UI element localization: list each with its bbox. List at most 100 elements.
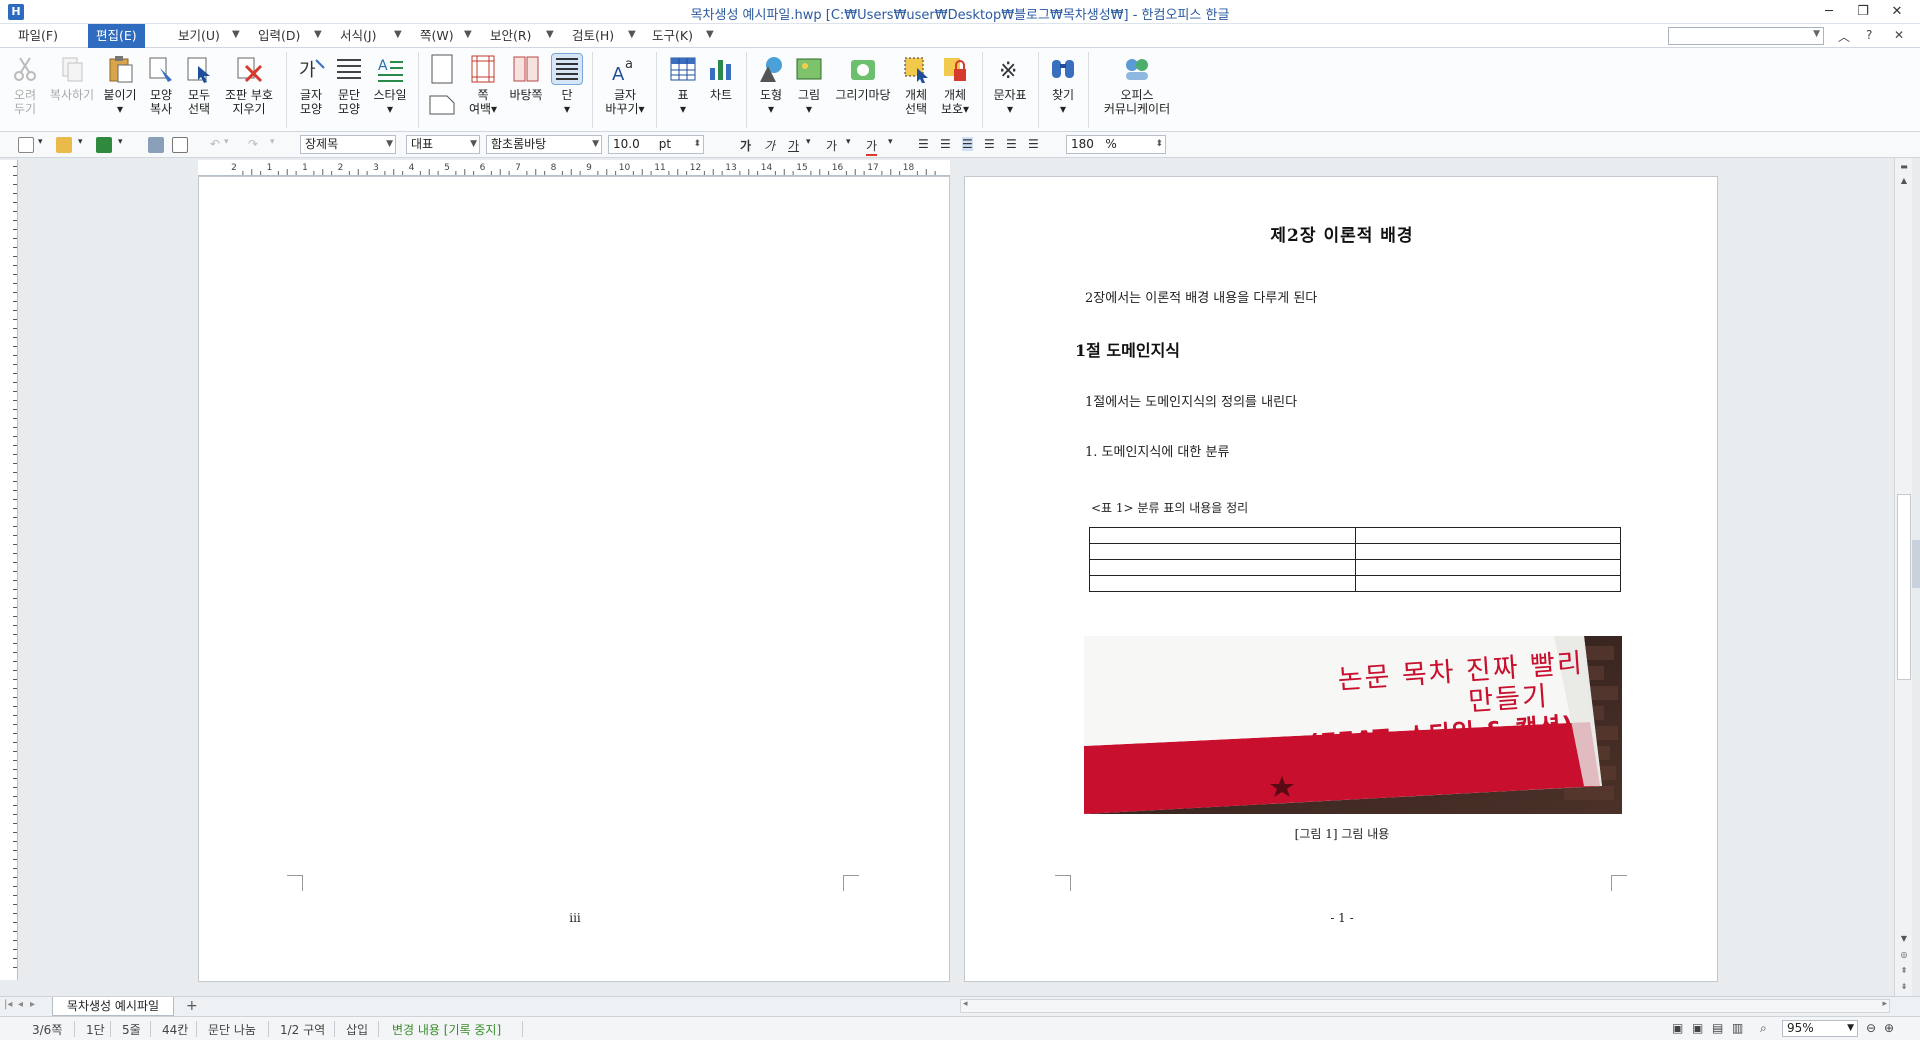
next-page-icon[interactable]: ⇟ xyxy=(1897,980,1911,994)
restore-icon[interactable]: ❐ xyxy=(1846,2,1880,22)
page-layout-button[interactable] xyxy=(424,54,460,122)
clipart-button[interactable]: 그리기마당 xyxy=(830,54,896,102)
select-all-button[interactable]: 모두 선택 xyxy=(182,54,216,116)
chevron-down-icon[interactable]: ▼ xyxy=(1813,29,1820,39)
tab-next-icon[interactable]: ▸ xyxy=(30,999,35,1010)
bold-icon[interactable]: 가 xyxy=(740,137,751,154)
collapse-ribbon-icon[interactable]: ︿ xyxy=(1838,28,1850,45)
zoom-select[interactable]: 95% ▼ xyxy=(1782,1020,1858,1037)
chart-button[interactable]: 차트 xyxy=(704,54,738,102)
find-button[interactable]: 찾기 ▾ xyxy=(1046,54,1080,116)
font-color-icon[interactable]: 가 xyxy=(866,137,878,156)
table-cell[interactable] xyxy=(1354,575,1621,592)
italic-icon[interactable]: 가 xyxy=(764,137,775,154)
status-track-changes[interactable]: 변경 내용 [기록 중지] xyxy=(392,1021,501,1038)
master-page-button[interactable]: 바탕쪽 xyxy=(506,54,546,102)
char-shape-button[interactable]: 가 글자 모양 xyxy=(294,54,328,116)
print-icon[interactable] xyxy=(148,137,164,153)
menu-page[interactable]: 쪽(W) xyxy=(416,27,458,45)
office-communicator-button[interactable]: 오피스 커뮤니케이터 xyxy=(1096,54,1178,116)
close-doc-icon[interactable]: ✕ xyxy=(1894,28,1904,42)
page-margin-button[interactable]: 쪽 여백▾ xyxy=(466,54,500,116)
chevron-down-icon[interactable]: ▼ xyxy=(628,29,636,40)
chevron-down-icon[interactable]: ▾ xyxy=(118,137,123,147)
redo-icon[interactable]: ↷ xyxy=(248,137,258,151)
tab-first-icon[interactable]: |◂ xyxy=(4,999,12,1010)
paste-button[interactable]: 붙이기 ▾ xyxy=(102,54,138,116)
columns-button[interactable]: 단 ▾ xyxy=(550,53,584,116)
status-page[interactable]: 3/6쪽 xyxy=(32,1021,62,1038)
chevron-down-icon[interactable]: ▾ xyxy=(846,137,851,147)
shape-button[interactable]: 도형 ▾ xyxy=(754,54,788,116)
format-copy-button[interactable]: 모양 복사 xyxy=(144,54,178,116)
view-web-icon[interactable]: ▤ xyxy=(1712,1021,1723,1035)
table-cell[interactable] xyxy=(1089,527,1356,544)
scroll-right-icon[interactable]: ▸ xyxy=(1882,999,1887,1009)
open-folder-icon[interactable] xyxy=(56,137,72,153)
change-char-button[interactable]: Aa 글자 바꾸기▾ xyxy=(602,54,648,116)
zoom-in-icon[interactable]: ⊕ xyxy=(1884,1021,1894,1035)
align-left-icon[interactable]: ☰ xyxy=(940,137,951,151)
menu-edit[interactable]: 편집(E) xyxy=(88,24,145,48)
chevron-down-icon[interactable]: ▾ xyxy=(806,137,811,147)
copy-button[interactable]: 복사하기 xyxy=(46,54,98,102)
table-cell[interactable] xyxy=(1089,543,1356,560)
cut-button[interactable]: 오려 두기 xyxy=(8,54,42,116)
chevron-down-icon[interactable]: ▼ xyxy=(1847,1021,1854,1036)
right-page[interactable]: 제2장 이론적 배경 2장에서는 이론적 배경 내용을 다루게 된다 1절 도메… xyxy=(964,176,1718,982)
font-size-input[interactable]: 10.0 pt ⬍ xyxy=(608,135,704,154)
table-cell[interactable] xyxy=(1089,575,1356,592)
chevron-down-icon[interactable]: ▼ xyxy=(232,29,240,40)
align-center-icon[interactable]: ☰ xyxy=(962,137,973,151)
symbol-button[interactable]: ※ 문자표 ▾ xyxy=(990,54,1030,116)
horizontal-ruler[interactable]: 2 1 1 2 3 4 5 6 7 8 9 10 11 12 13 14 15 16 17 18 xyxy=(198,160,950,176)
object-select-button[interactable]: 개체 선택 xyxy=(898,54,934,116)
chevron-down-icon[interactable]: ▾ xyxy=(224,137,229,147)
menu-insert[interactable]: 입력(D) xyxy=(254,27,304,45)
scroll-up-icon[interactable]: ▲ xyxy=(1897,174,1911,188)
table-button[interactable]: 표 ▾ xyxy=(666,54,700,116)
line-spacing-input[interactable]: 180 % ⬍ xyxy=(1066,135,1166,154)
divide-icon[interactable]: ☰ xyxy=(1028,137,1039,151)
menu-tools[interactable]: 도구(K) xyxy=(648,27,697,45)
chevron-down-icon[interactable]: ▼ xyxy=(152,29,160,40)
font-size-spinner-icon[interactable]: ⬍ xyxy=(693,136,701,153)
clear-codes-button[interactable]: 조판 부호 지우기 xyxy=(220,54,278,116)
data-table[interactable] xyxy=(1089,527,1621,592)
table-cell[interactable] xyxy=(1354,543,1621,560)
distribute-icon[interactable]: ☰ xyxy=(1006,137,1017,151)
scrollbar-thumb[interactable] xyxy=(1897,494,1911,680)
zoom-search-icon[interactable]: ⌕ xyxy=(1760,1021,1767,1036)
chevron-down-icon[interactable]: ▼ xyxy=(546,29,554,40)
minimize-icon[interactable]: ─ xyxy=(1812,2,1846,22)
scroll-left-icon[interactable]: ◂ xyxy=(963,999,968,1009)
language-select[interactable]: 대표 ▼ xyxy=(406,135,480,154)
chevron-down-icon[interactable]: ▼ xyxy=(464,29,472,40)
table-cell[interactable] xyxy=(1089,559,1356,576)
table-cell[interactable] xyxy=(1354,527,1621,544)
line-spacing-spinner-icon[interactable]: ⬍ xyxy=(1155,136,1163,153)
close-icon[interactable]: ✕ xyxy=(1880,2,1914,22)
font-select[interactable]: 함초롬바탕 ▼ xyxy=(486,135,602,154)
menu-security[interactable]: 보안(R) xyxy=(486,27,535,45)
prev-page-icon[interactable]: ⇞ xyxy=(1897,964,1911,978)
left-page[interactable]: iii xyxy=(198,176,950,982)
side-panel-handle[interactable] xyxy=(1912,540,1920,588)
figure-image[interactable]: 논문 목차 진짜 빨리 만들기 (FEAT. 스타일 & 캡션) xyxy=(1084,636,1622,814)
justify-icon[interactable]: ☰ xyxy=(918,137,929,151)
tab-prev-icon[interactable]: ◂ xyxy=(18,999,23,1010)
zoom-out-icon[interactable]: ⊖ xyxy=(1866,1021,1876,1035)
chevron-down-icon[interactable]: ▾ xyxy=(888,137,893,147)
menu-format[interactable]: 서식(J) xyxy=(336,27,380,45)
table-cell[interactable] xyxy=(1354,559,1621,576)
status-insert-mode[interactable]: 삽입 xyxy=(346,1021,368,1038)
new-doc-icon[interactable] xyxy=(18,137,34,153)
underline-icon[interactable]: 가 xyxy=(788,137,799,154)
menu-view[interactable]: 보기(U) xyxy=(174,27,224,45)
help-icon[interactable]: ? xyxy=(1866,28,1872,42)
undo-icon[interactable]: ↶ xyxy=(210,137,220,151)
view-page-icon[interactable]: ▣ xyxy=(1692,1021,1703,1035)
view-outline-icon[interactable]: ▥ xyxy=(1732,1021,1743,1035)
scroll-down-icon[interactable]: ▼ xyxy=(1897,932,1911,946)
save-icon[interactable] xyxy=(96,137,112,153)
